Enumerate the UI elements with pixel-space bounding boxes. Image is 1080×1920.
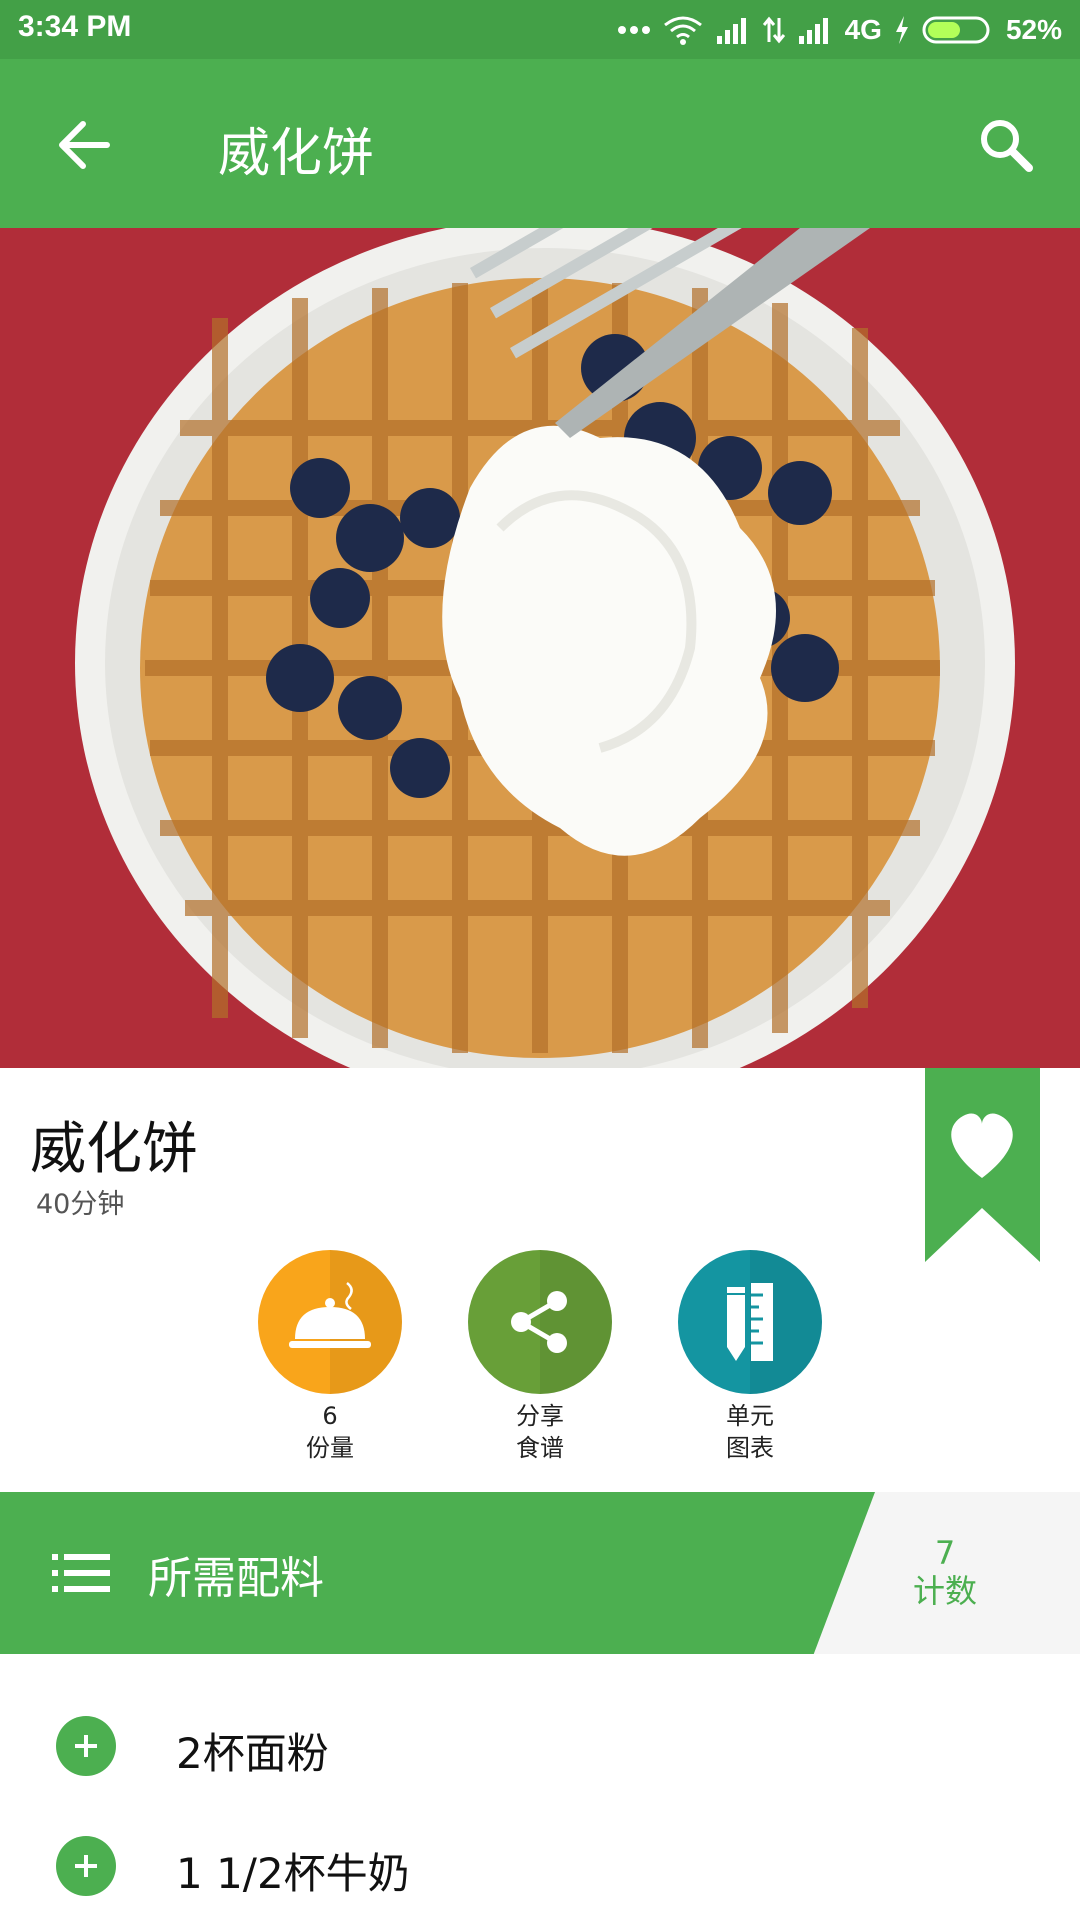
search-icon	[981, 120, 1033, 172]
units-label-line2: 图表	[726, 1434, 774, 1462]
ingredients-header: 所需配料 7 计数	[0, 1492, 1080, 1654]
ingredients-count: 7 计数	[880, 1534, 1010, 1610]
ingredient-text: 2杯面粉	[176, 1729, 329, 1778]
battery-percent: 52%	[1005, 14, 1062, 45]
app-bar: 威化饼	[0, 59, 1080, 228]
share-circle	[468, 1250, 612, 1394]
ingredients-count-label: 计数	[912, 1572, 977, 1610]
arrow-left-icon	[59, 121, 110, 169]
servings-value: 6	[322, 1402, 338, 1430]
share-label-line1: 分享	[516, 1402, 564, 1430]
search-button[interactable]	[970, 109, 1042, 181]
share-recipe-button[interactable]: 分享 食谱	[450, 1250, 630, 1464]
wifi-icon	[663, 15, 703, 45]
unit-chart-button[interactable]: 单元 图表	[660, 1250, 840, 1464]
plus-icon	[75, 1855, 97, 1877]
servings-label: 份量	[306, 1434, 354, 1462]
share-icon	[511, 1291, 567, 1353]
data-arrows-icon	[762, 16, 785, 44]
ruler-pencil-icon	[727, 1283, 773, 1361]
units-circle	[678, 1250, 822, 1394]
list-item: 1 1/2杯牛奶	[0, 1810, 1080, 1920]
ingredients-title: 所需配料	[148, 1553, 324, 1604]
servings-button[interactable]: 6 份量	[240, 1250, 420, 1464]
list-item: 2杯面粉	[0, 1690, 1080, 1800]
servings-circle	[258, 1250, 402, 1394]
cloche-icon	[289, 1282, 371, 1348]
signal-icon	[715, 16, 751, 44]
status-bar: 3:34 PM 4G 52%	[0, 0, 1080, 59]
ingredients-header-band	[0, 1492, 875, 1654]
ingredient-text: 1 1/2杯牛奶	[176, 1849, 410, 1898]
recipe-photo	[0, 228, 1080, 1068]
plus-icon	[75, 1735, 97, 1757]
share-label-line2: 食谱	[516, 1434, 564, 1462]
recipe-time: 40分钟	[36, 1189, 125, 1220]
status-icons: 4G 52%	[617, 8, 1062, 52]
signal-icon-2	[797, 16, 833, 44]
battery-icon	[922, 15, 994, 45]
add-ingredient-button[interactable]	[56, 1836, 116, 1896]
favorite-bookmark-button[interactable]	[925, 1068, 1040, 1262]
units-label-line1: 单元	[726, 1402, 774, 1430]
back-button[interactable]	[48, 109, 120, 181]
add-ingredient-button[interactable]	[56, 1716, 116, 1776]
ingredients-count-value: 7	[934, 1534, 956, 1572]
more-dots-icon	[617, 25, 651, 35]
status-time: 3:34 PM	[18, 10, 132, 43]
recipe-title: 威化饼	[30, 1117, 198, 1182]
app-bar-title: 威化饼	[218, 124, 375, 184]
network-type: 4G	[844, 14, 882, 45]
list-icon	[52, 1554, 110, 1592]
charging-icon	[894, 16, 910, 44]
